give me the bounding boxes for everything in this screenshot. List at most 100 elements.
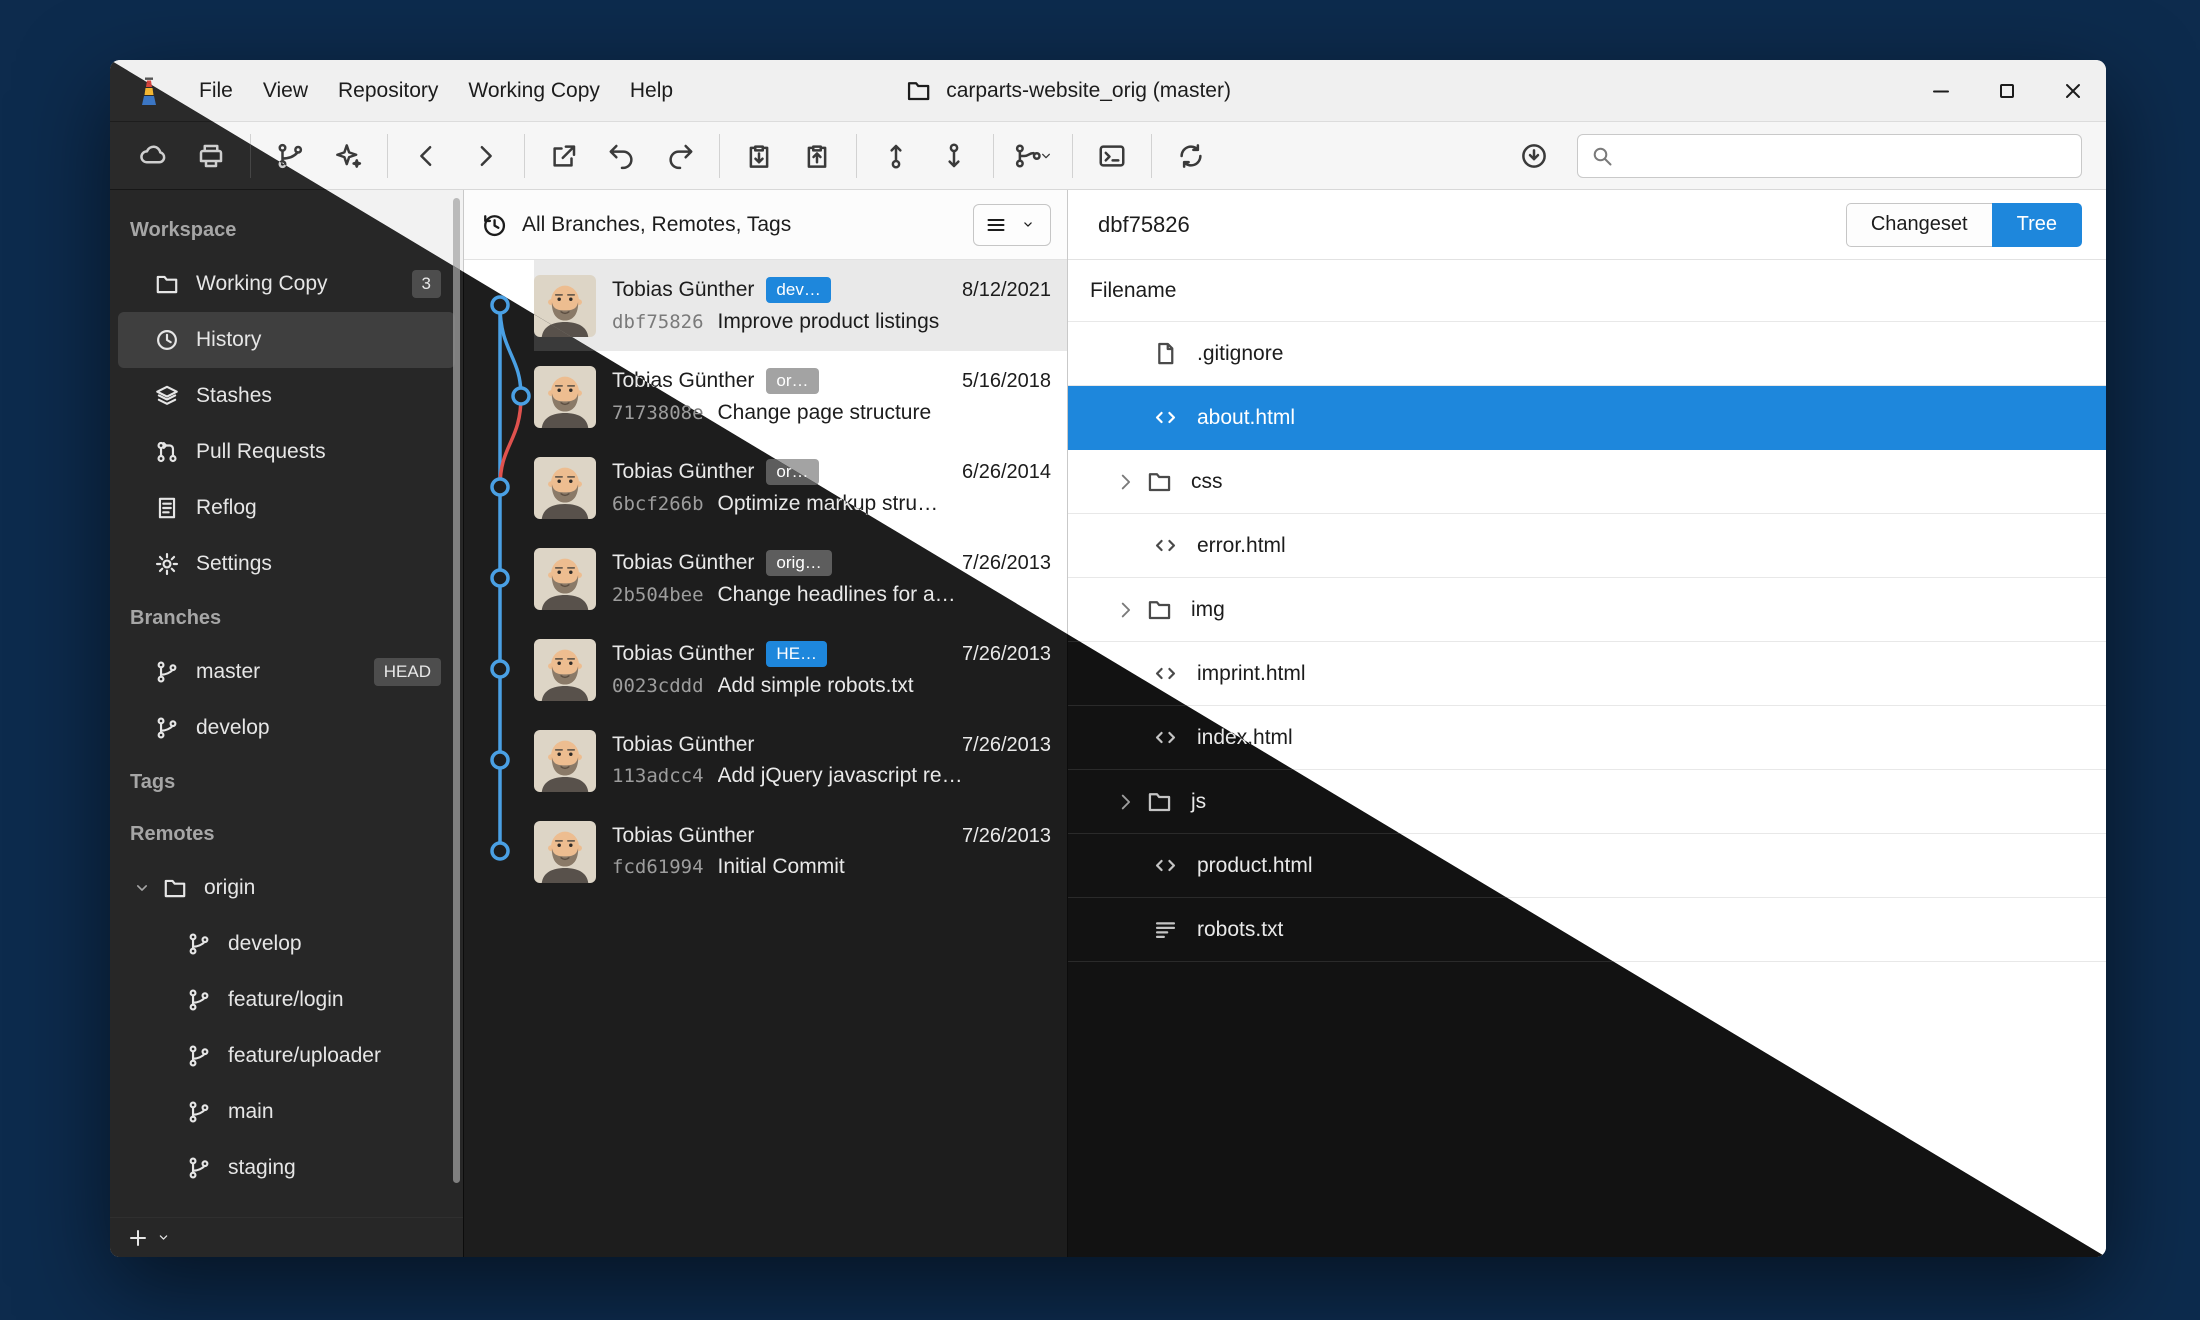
maximize-button[interactable]: [1974, 60, 2040, 121]
sidebar-remote-branch-staging[interactable]: staging: [118, 1140, 455, 1196]
commit-hash: 0023cddd: [612, 675, 704, 697]
file-row-error[interactable]: error.html: [1068, 514, 2106, 578]
chevron-down-icon: [132, 878, 152, 898]
fetch-button[interactable]: [124, 130, 182, 182]
branch-label: master: [196, 660, 260, 684]
menu-help[interactable]: Help: [615, 72, 688, 110]
commit-row[interactable]: Tobias Günther 7/26/2013 fcd61994 Initia…: [464, 806, 1067, 897]
chevron-left-icon: [412, 141, 442, 171]
redo-icon: [665, 141, 695, 171]
commit-row[interactable]: Tobias Günther HE… 7/26/2013 0023cddd Ad…: [464, 624, 1067, 715]
commit-message: Improve product listings: [718, 310, 940, 334]
avatar: [534, 366, 596, 428]
merge-button[interactable]: [1004, 130, 1062, 182]
sidebar-item-history[interactable]: History: [118, 312, 455, 368]
folder-icon: [154, 271, 180, 297]
branch-icon: [154, 659, 180, 685]
commit-message: Add simple robots.txt: [718, 674, 914, 698]
commit-author: Tobias Günther: [612, 733, 754, 757]
menu-file[interactable]: File: [184, 72, 248, 110]
menubar: File View Repository Working Copy Help: [184, 72, 688, 110]
sidebar-remote-origin[interactable]: origin: [118, 860, 455, 916]
commit-row[interactable]: Tobias Günther 7/26/2013 113adcc4 Add jQ…: [464, 715, 1067, 806]
forward-button[interactable]: [456, 130, 514, 182]
refresh-icon: [1176, 141, 1206, 171]
redo-button[interactable]: [651, 130, 709, 182]
push-button[interactable]: [925, 130, 983, 182]
history-filter-bar: All Branches, Remotes, Tags: [464, 190, 1067, 260]
menu-repository[interactable]: Repository: [323, 72, 453, 110]
undo-button[interactable]: [593, 130, 651, 182]
history-options-button[interactable]: [973, 204, 1051, 246]
commit-date: 7/26/2013: [962, 734, 1051, 757]
menu-lines-icon: [982, 213, 1010, 237]
terminal-button[interactable]: [1083, 130, 1141, 182]
toolbar-divider: [387, 134, 388, 178]
commit-hash: 6bcf266b: [612, 493, 704, 515]
search-input[interactable]: [1624, 144, 2069, 167]
clipboard-up-icon: [802, 141, 832, 171]
clipboard-down-icon: [744, 141, 774, 171]
file-row-imprint[interactable]: imprint.html: [1068, 642, 2106, 706]
working-copy-count-badge: 3: [412, 270, 441, 298]
sidebar-scrollbar[interactable]: [453, 198, 460, 1183]
commit-date: 8/12/2021: [962, 279, 1051, 302]
avatar: [534, 821, 596, 883]
file-name: imprint.html: [1197, 662, 1306, 686]
toolbar-divider: [1151, 134, 1152, 178]
sidebar-item-settings[interactable]: Settings: [118, 536, 455, 592]
commit-author: Tobias Günther: [612, 824, 754, 848]
toolbar-divider: [719, 134, 720, 178]
updates-button[interactable]: [1505, 130, 1563, 182]
sidebar-remote-branch-develop[interactable]: develop: [118, 916, 455, 972]
sidebar-item-reflog[interactable]: Reflog: [118, 480, 455, 536]
sidebar-item-pull-requests[interactable]: Pull Requests: [118, 424, 455, 480]
chevron-right-icon: [470, 141, 500, 171]
folder-row-img[interactable]: img: [1068, 578, 2106, 642]
back-button[interactable]: [398, 130, 456, 182]
menu-view[interactable]: View: [248, 72, 323, 110]
file-row-gitignore[interactable]: .gitignore: [1068, 322, 2106, 386]
sidebar-remote-branch-feature-login[interactable]: feature/login: [118, 972, 455, 1028]
tree-toggle-button[interactable]: Tree: [1992, 203, 2082, 247]
sidebar-item-label: Settings: [196, 552, 272, 576]
stash-button[interactable]: [730, 130, 788, 182]
commit-hash: dbf75826: [612, 311, 704, 333]
undo-icon: [607, 141, 637, 171]
close-button[interactable]: [2040, 60, 2106, 121]
add-repository-bar[interactable]: [110, 1217, 463, 1257]
folder-row-css[interactable]: css: [1068, 450, 2106, 514]
file-row-about-selected[interactable]: about.html: [1068, 386, 2106, 450]
commit-date: 7/26/2013: [962, 825, 1051, 848]
sidebar: Workspace Working Copy 3 History Stashes: [110, 190, 464, 1257]
apply-stash-button[interactable]: [788, 130, 846, 182]
checkout-button[interactable]: [535, 130, 593, 182]
view-toggle: Changeset Tree: [1846, 203, 2082, 247]
sidebar-remote-branch-main[interactable]: main: [118, 1084, 455, 1140]
pull-button[interactable]: [867, 130, 925, 182]
search-box[interactable]: [1577, 134, 2082, 178]
file-name: product.html: [1197, 854, 1313, 878]
sidebar-branch-master[interactable]: master HEAD: [118, 644, 455, 700]
changeset-toggle-button[interactable]: Changeset: [1846, 203, 1992, 247]
document-list-icon: [154, 495, 180, 521]
sidebar-item-stashes[interactable]: Stashes: [118, 368, 455, 424]
cherry-pick-button[interactable]: [319, 130, 377, 182]
minimize-button[interactable]: [1908, 60, 1974, 121]
file-name: js: [1191, 790, 1206, 814]
print-button[interactable]: [182, 130, 240, 182]
commit-message: Initial Commit: [718, 855, 845, 879]
tags-section-header: Tags: [110, 756, 463, 808]
sidebar-branch-develop[interactable]: develop: [118, 700, 455, 756]
arrow-out-icon: [549, 141, 579, 171]
avatar: [534, 639, 596, 701]
branch-icon: [186, 1155, 212, 1181]
branch-badge: orig…: [766, 550, 831, 576]
filename-column-header: Filename: [1068, 260, 2106, 322]
refresh-button[interactable]: [1162, 130, 1220, 182]
menu-working-copy[interactable]: Working Copy: [453, 72, 615, 110]
sidebar-remote-branch-feature-uploader[interactable]: feature/uploader: [118, 1028, 455, 1084]
sidebar-item-working-copy[interactable]: Working Copy 3: [118, 256, 455, 312]
file-name: css: [1191, 470, 1223, 494]
search-icon: [1590, 144, 1614, 168]
